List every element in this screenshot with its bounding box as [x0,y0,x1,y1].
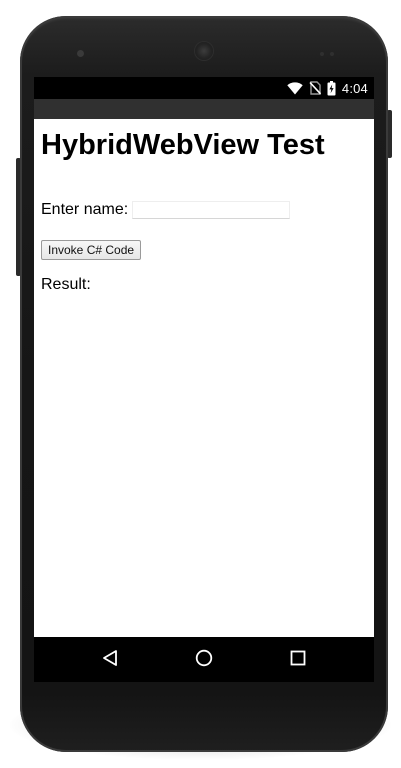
earpiece-speaker [195,42,213,60]
status-icons: 4:04 [287,80,368,96]
status-time: 4:04 [341,80,368,96]
recents-icon [290,650,306,671]
back-button[interactable] [97,647,123,673]
result-row: Result: [41,276,95,294]
result-label: Result: [41,276,91,293]
name-input[interactable] [132,201,291,219]
battery-charging-icon [327,80,336,96]
name-row: Enter name: [41,199,291,221]
name-label: Enter name: [41,201,129,218]
webview-content: HybridWebView Test Enter name: Invoke C#… [34,119,374,637]
home-icon [195,649,213,672]
device-screen: 4:04 HybridWebView Test Enter name: Invo… [34,77,374,682]
stage: 4:04 HybridWebView Test Enter name: Invo… [0,0,401,768]
proximity-sensor [320,52,324,56]
invoke-csharp-button[interactable]: Invoke C# Code [41,240,142,260]
light-sensor [330,52,334,56]
status-bar: 4:04 [34,77,374,99]
recents-button[interactable] [285,647,311,673]
no-sim-icon [309,81,321,95]
back-icon [101,649,119,672]
front-camera [77,50,84,57]
navigation-bar [34,637,374,682]
wifi-icon [287,81,303,95]
page-title: HybridWebView Test [41,129,325,161]
app-toolbar [34,99,374,119]
home-button[interactable] [191,647,217,673]
